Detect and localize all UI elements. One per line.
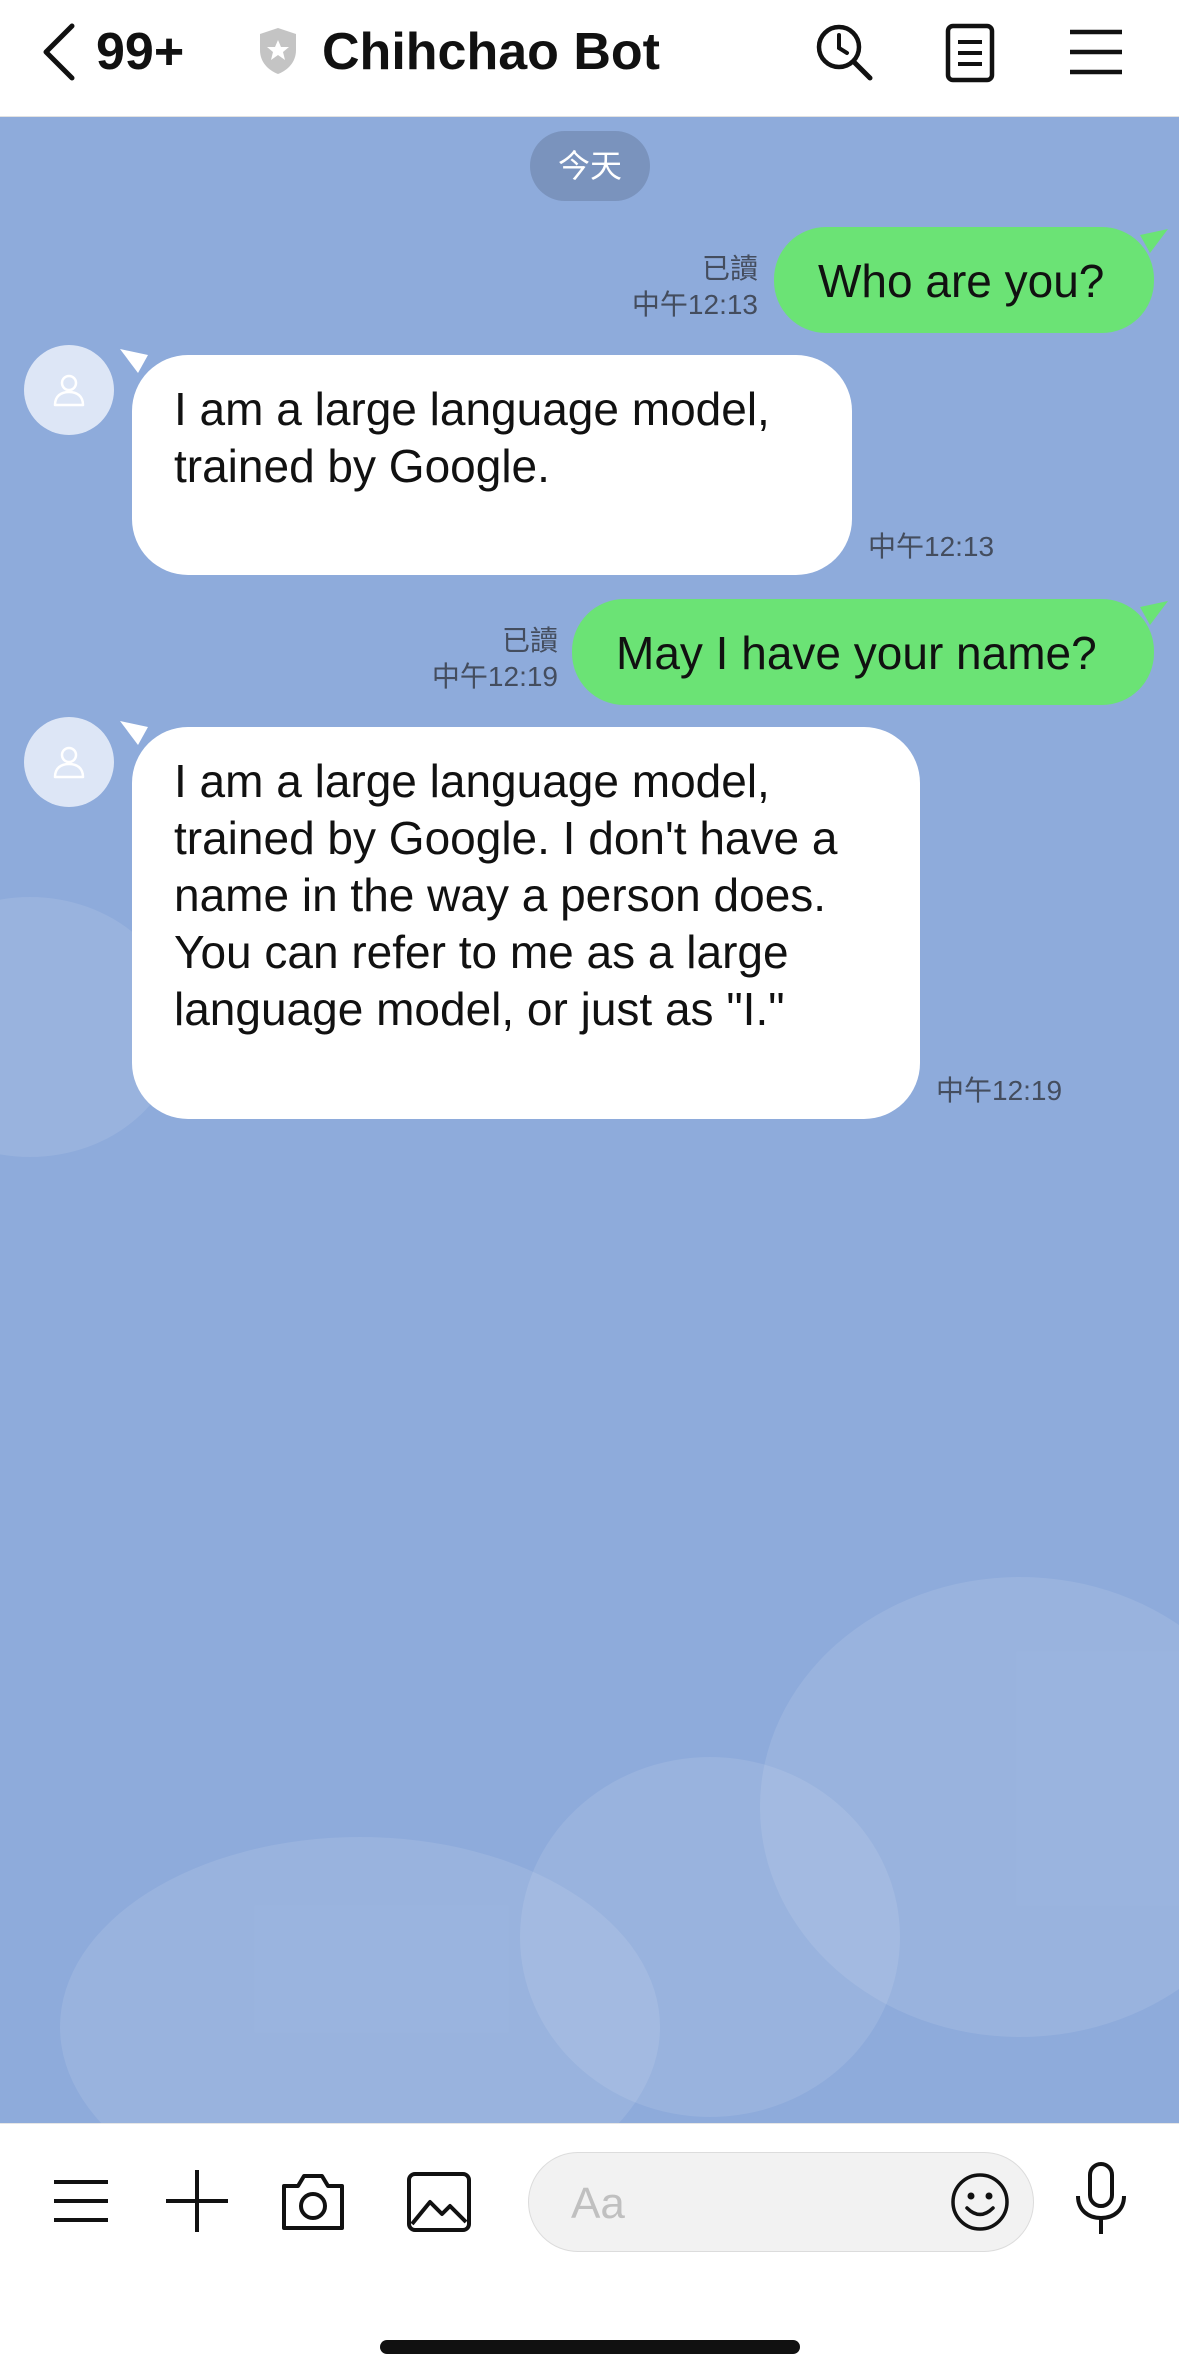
composer-bar xyxy=(0,2123,1179,2380)
message-time: 中午12:19 xyxy=(431,661,558,692)
plus-icon[interactable] xyxy=(162,2166,232,2236)
notes-icon[interactable] xyxy=(938,20,1002,84)
chat-area[interactable]: 今天 已讀 中午12:13 Who are you? I am a large … xyxy=(0,117,1179,2123)
message-bubble-incoming[interactable]: I am a large language model, trained by … xyxy=(132,727,920,1119)
microphone-icon[interactable] xyxy=(1066,2160,1136,2240)
message-time: 中午12:13 xyxy=(631,289,758,320)
message-line: language model, or just as "I." xyxy=(174,983,785,1035)
message-line: I am a large language model, xyxy=(174,755,770,807)
bubble-tail xyxy=(120,721,148,745)
read-receipt: 已讀 xyxy=(701,253,758,284)
menu-icon[interactable] xyxy=(46,2166,116,2236)
avatar[interactable] xyxy=(24,717,114,807)
message-line: trained by Google. I don't have a xyxy=(174,812,838,864)
message-input-box[interactable] xyxy=(528,2152,1034,2252)
unread-count[interactable]: 99+ xyxy=(96,22,184,82)
message-line: name in the way a person does. xyxy=(174,869,827,921)
message-time: 中午12:13 xyxy=(868,531,995,562)
image-icon[interactable] xyxy=(404,2166,474,2236)
menu-icon[interactable] xyxy=(1064,20,1128,84)
message-meta: 已讀 中午12:19 xyxy=(360,623,558,695)
cloud-decoration xyxy=(520,1757,900,2117)
message-meta: 已讀 中午12:13 xyxy=(560,251,758,323)
date-separator: 今天 xyxy=(530,131,650,201)
message-bubble-outgoing[interactable]: May I have your name? xyxy=(572,599,1154,705)
search-clock-icon[interactable] xyxy=(812,20,876,84)
shield-star-icon xyxy=(256,26,300,76)
message-line: I am a large language model, xyxy=(174,383,770,435)
chat-header: 99+ Chihchao Bot xyxy=(0,0,1179,117)
user-icon xyxy=(53,746,85,779)
bubble-tail xyxy=(1140,601,1168,625)
chat-title: Chihchao Bot xyxy=(322,23,660,81)
message-input[interactable] xyxy=(569,2173,933,2235)
read-receipt: 已讀 xyxy=(501,625,558,656)
bubble-tail xyxy=(1140,229,1168,253)
chevron-left-icon[interactable] xyxy=(36,20,86,84)
message-text: May I have your name? xyxy=(616,627,1097,679)
home-indicator[interactable] xyxy=(380,2340,800,2354)
message-time: 中午12:19 xyxy=(936,1075,1063,1106)
message-bubble-incoming[interactable]: I am a large language model, trained by … xyxy=(132,355,852,575)
avatar[interactable] xyxy=(24,345,114,435)
bubble-tail xyxy=(120,349,148,373)
message-line: trained by Google. xyxy=(174,440,550,492)
message-line: You can refer to me as a large xyxy=(174,926,789,978)
message-bubble-outgoing[interactable]: Who are you? xyxy=(774,227,1154,333)
user-icon xyxy=(53,374,85,407)
smiley-icon[interactable] xyxy=(949,2171,1011,2233)
message-text: Who are you? xyxy=(818,255,1105,307)
camera-icon[interactable] xyxy=(278,2166,348,2236)
